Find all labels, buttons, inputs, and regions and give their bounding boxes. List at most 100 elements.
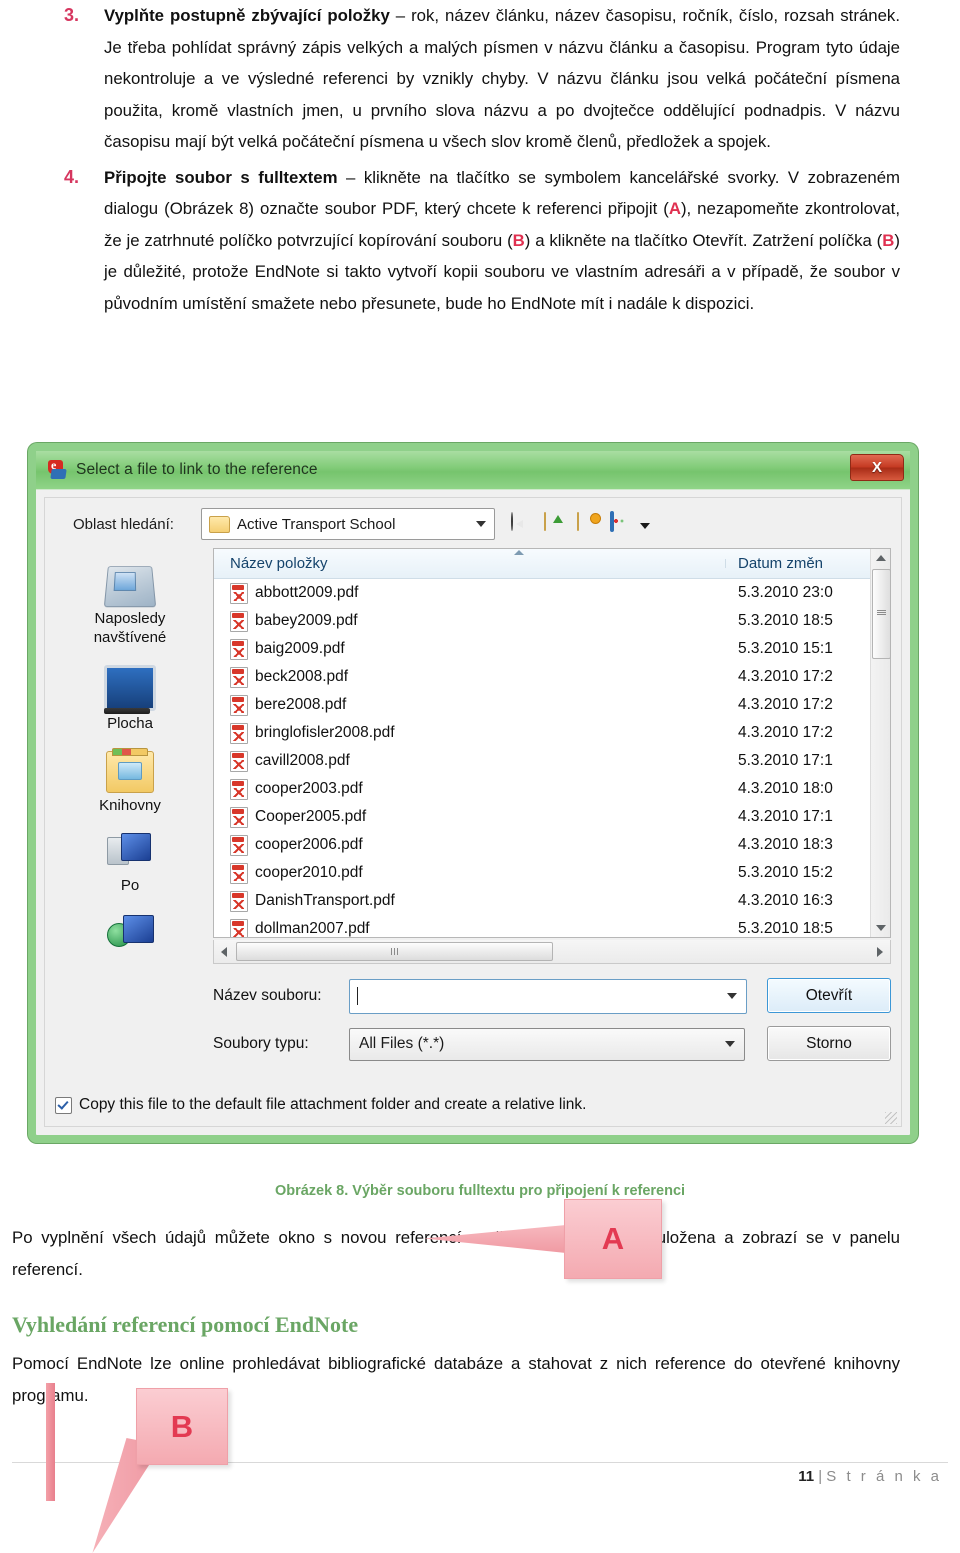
- up-folder-button[interactable]: [544, 511, 568, 536]
- table-row[interactable]: cavill2008.pdf 5.3.2010 17:1: [214, 747, 890, 775]
- back-button[interactable]: [511, 511, 535, 536]
- pdf-file-icon: [230, 610, 248, 632]
- copy-file-checkbox[interactable]: [55, 1096, 72, 1114]
- callout-b: B: [136, 1388, 228, 1465]
- views-chevron-down-icon[interactable]: [640, 522, 650, 529]
- file-name-label: babey2009.pdf: [255, 612, 358, 629]
- place-desktop[interactable]: Plocha: [55, 665, 205, 733]
- file-modified-cell: 4.3.2010 18:3: [738, 836, 833, 853]
- table-row[interactable]: abbott2009.pdf 5.3.2010 23:0: [214, 579, 890, 607]
- footer-separator: |: [818, 1468, 823, 1485]
- up-folder-icon: [544, 511, 546, 531]
- pdf-file-icon: [230, 638, 248, 660]
- list-number-4: 4.: [64, 166, 80, 187]
- file-modified-cell: 5.3.2010 15:2: [738, 864, 833, 881]
- places-sidebar: Naposledy navštívené Plocha Knihovny Po: [55, 550, 205, 1052]
- dialog-fields: Název souboru: Otevřít Soubory typu: All…: [213, 978, 891, 1088]
- pdf-file-icon: [230, 778, 248, 800]
- list-item-3: 3. Vyplňte postupně zbývající položky – r…: [64, 0, 900, 158]
- file-list-horizontal-scrollbar[interactable]: [213, 940, 891, 964]
- open-button[interactable]: Otevřít: [767, 978, 891, 1013]
- back-icon: [511, 511, 513, 531]
- file-list-rows[interactable]: abbott2009.pdf 5.3.2010 23:0 babey2009.pdf…: [214, 579, 890, 937]
- scroll-left-button[interactable]: [214, 946, 234, 957]
- new-folder-icon: [577, 511, 579, 531]
- desktop-icon: [104, 665, 156, 714]
- place-network[interactable]: [55, 913, 205, 956]
- filename-label: Název souboru:: [213, 987, 322, 1004]
- place-recent-label-2: navštívené: [93, 629, 167, 646]
- filetype-label: Soubory typu:: [213, 1035, 309, 1052]
- chevron-down-icon[interactable]: [727, 993, 737, 999]
- column-header-modified[interactable]: Datum změn: [726, 555, 890, 572]
- file-modified-cell: 5.3.2010 18:5: [738, 612, 833, 629]
- chevron-down-icon[interactable]: [725, 1041, 735, 1047]
- file-name-cell: dollman2007.pdf: [214, 918, 726, 937]
- scroll-up-button[interactable]: [871, 549, 890, 567]
- file-name-cell: Cooper2005.pdf: [214, 806, 726, 828]
- file-name-label: Cooper2005.pdf: [255, 808, 367, 825]
- figure-file-dialog: Select a file to link to the reference X…: [28, 443, 918, 1553]
- file-name-label: abbott2009.pdf: [255, 584, 359, 601]
- file-modified-cell: 5.3.2010 15:1: [738, 640, 833, 657]
- list-item-4: 4. Připojte soubor s fulltextem – kliknět…: [64, 162, 900, 320]
- table-row[interactable]: DanishTransport.pdf 4.3.2010 16:3: [214, 887, 890, 915]
- lookin-label: Oblast hledání:: [73, 515, 174, 533]
- place-computer[interactable]: Po: [55, 833, 205, 895]
- table-row[interactable]: bere2008.pdf 4.3.2010 17:2: [214, 691, 890, 719]
- inline-marker-a: A: [668, 199, 681, 218]
- file-list-vertical-scrollbar[interactable]: [870, 549, 891, 937]
- file-modified-cell: 4.3.2010 17:2: [738, 696, 833, 713]
- pdf-file-icon: [230, 890, 248, 912]
- filename-input[interactable]: [349, 978, 747, 1014]
- file-modified-cell: 5.3.2010 17:1: [738, 752, 833, 769]
- file-modified-cell: 5.3.2010 18:5: [738, 920, 833, 937]
- table-row[interactable]: beck2008.pdf 4.3.2010 17:2: [214, 663, 890, 691]
- table-row[interactable]: Cooper2005.pdf 4.3.2010 17:1: [214, 803, 890, 831]
- filetype-select[interactable]: All Files (*.*): [349, 1027, 745, 1061]
- recent-places-icon: [103, 566, 157, 608]
- scroll-down-button[interactable]: [871, 919, 890, 937]
- views-button[interactable]: [610, 510, 634, 536]
- file-name-cell: baig2009.pdf: [214, 638, 726, 660]
- table-row[interactable]: dollman2007.pdf 5.3.2010 18:5: [214, 915, 890, 937]
- place-recent[interactable]: Naposledy navštívené: [55, 564, 205, 647]
- lookin-combobox[interactable]: Active Transport School: [201, 508, 495, 540]
- filetype-value: All Files (*.*): [359, 1035, 445, 1052]
- figure-caption: Obrázek 8. Výběr souboru fulltextu pro p…: [274, 1183, 686, 1199]
- place-desktop-label: Plocha: [107, 715, 153, 732]
- dialog-title: Select a file to link to the reference: [76, 461, 318, 478]
- hscrollbar-thumb[interactable]: [236, 942, 553, 961]
- new-folder-button[interactable]: [577, 511, 601, 536]
- column-header-name[interactable]: Název položky: [214, 555, 726, 572]
- list-number-3: 3.: [64, 5, 80, 25]
- section-heading: Vyhledání referencí pomocí EndNote: [12, 1312, 359, 1337]
- callout-a: A: [564, 1199, 662, 1279]
- footer-page-number: 11: [798, 1468, 815, 1485]
- file-modified-cell: 4.3.2010 17:2: [738, 724, 833, 741]
- table-row[interactable]: cooper2006.pdf 4.3.2010 18:3: [214, 831, 890, 859]
- list-item-4-lead: Připojte soubor s fulltextem: [104, 167, 338, 187]
- file-name-label: beck2008.pdf: [255, 668, 349, 685]
- file-list[interactable]: Název položky Datum změn abbott2009.pdf 5…: [213, 548, 891, 938]
- copy-file-checkbox-label: Copy this file to the default file attac…: [79, 1096, 587, 1113]
- close-icon[interactable]: X: [850, 454, 904, 481]
- place-libraries[interactable]: Knihovny: [55, 748, 205, 815]
- dialog-content: Oblast hledání: Active Transport School: [44, 497, 902, 1127]
- table-row[interactable]: babey2009.pdf 5.3.2010 18:5: [214, 607, 890, 635]
- after-figure-paragraph: Po vyplnění všech údajů můžete okno s no…: [12, 1228, 900, 1279]
- scroll-right-button[interactable]: [870, 946, 890, 957]
- scrollbar-thumb[interactable]: [872, 569, 891, 659]
- pdf-file-icon: [230, 834, 248, 856]
- table-row[interactable]: cooper2010.pdf 5.3.2010 15:2: [214, 859, 890, 887]
- table-row[interactable]: bringlofisler2008.pdf 4.3.2010 17:2: [214, 719, 890, 747]
- file-name-cell: beck2008.pdf: [214, 666, 726, 688]
- table-row[interactable]: baig2009.pdf 5.3.2010 15:1: [214, 635, 890, 663]
- table-row[interactable]: cooper2003.pdf 4.3.2010 18:0: [214, 775, 890, 803]
- copy-file-checkbox-row[interactable]: Copy this file to the default file attac…: [55, 1092, 891, 1118]
- file-name-label: DanishTransport.pdf: [255, 892, 395, 909]
- resize-grip[interactable]: [885, 1112, 897, 1124]
- file-name-cell: cooper2003.pdf: [214, 778, 726, 800]
- file-modified-cell: 4.3.2010 18:0: [738, 780, 833, 797]
- cancel-button[interactable]: Storno: [767, 1026, 891, 1061]
